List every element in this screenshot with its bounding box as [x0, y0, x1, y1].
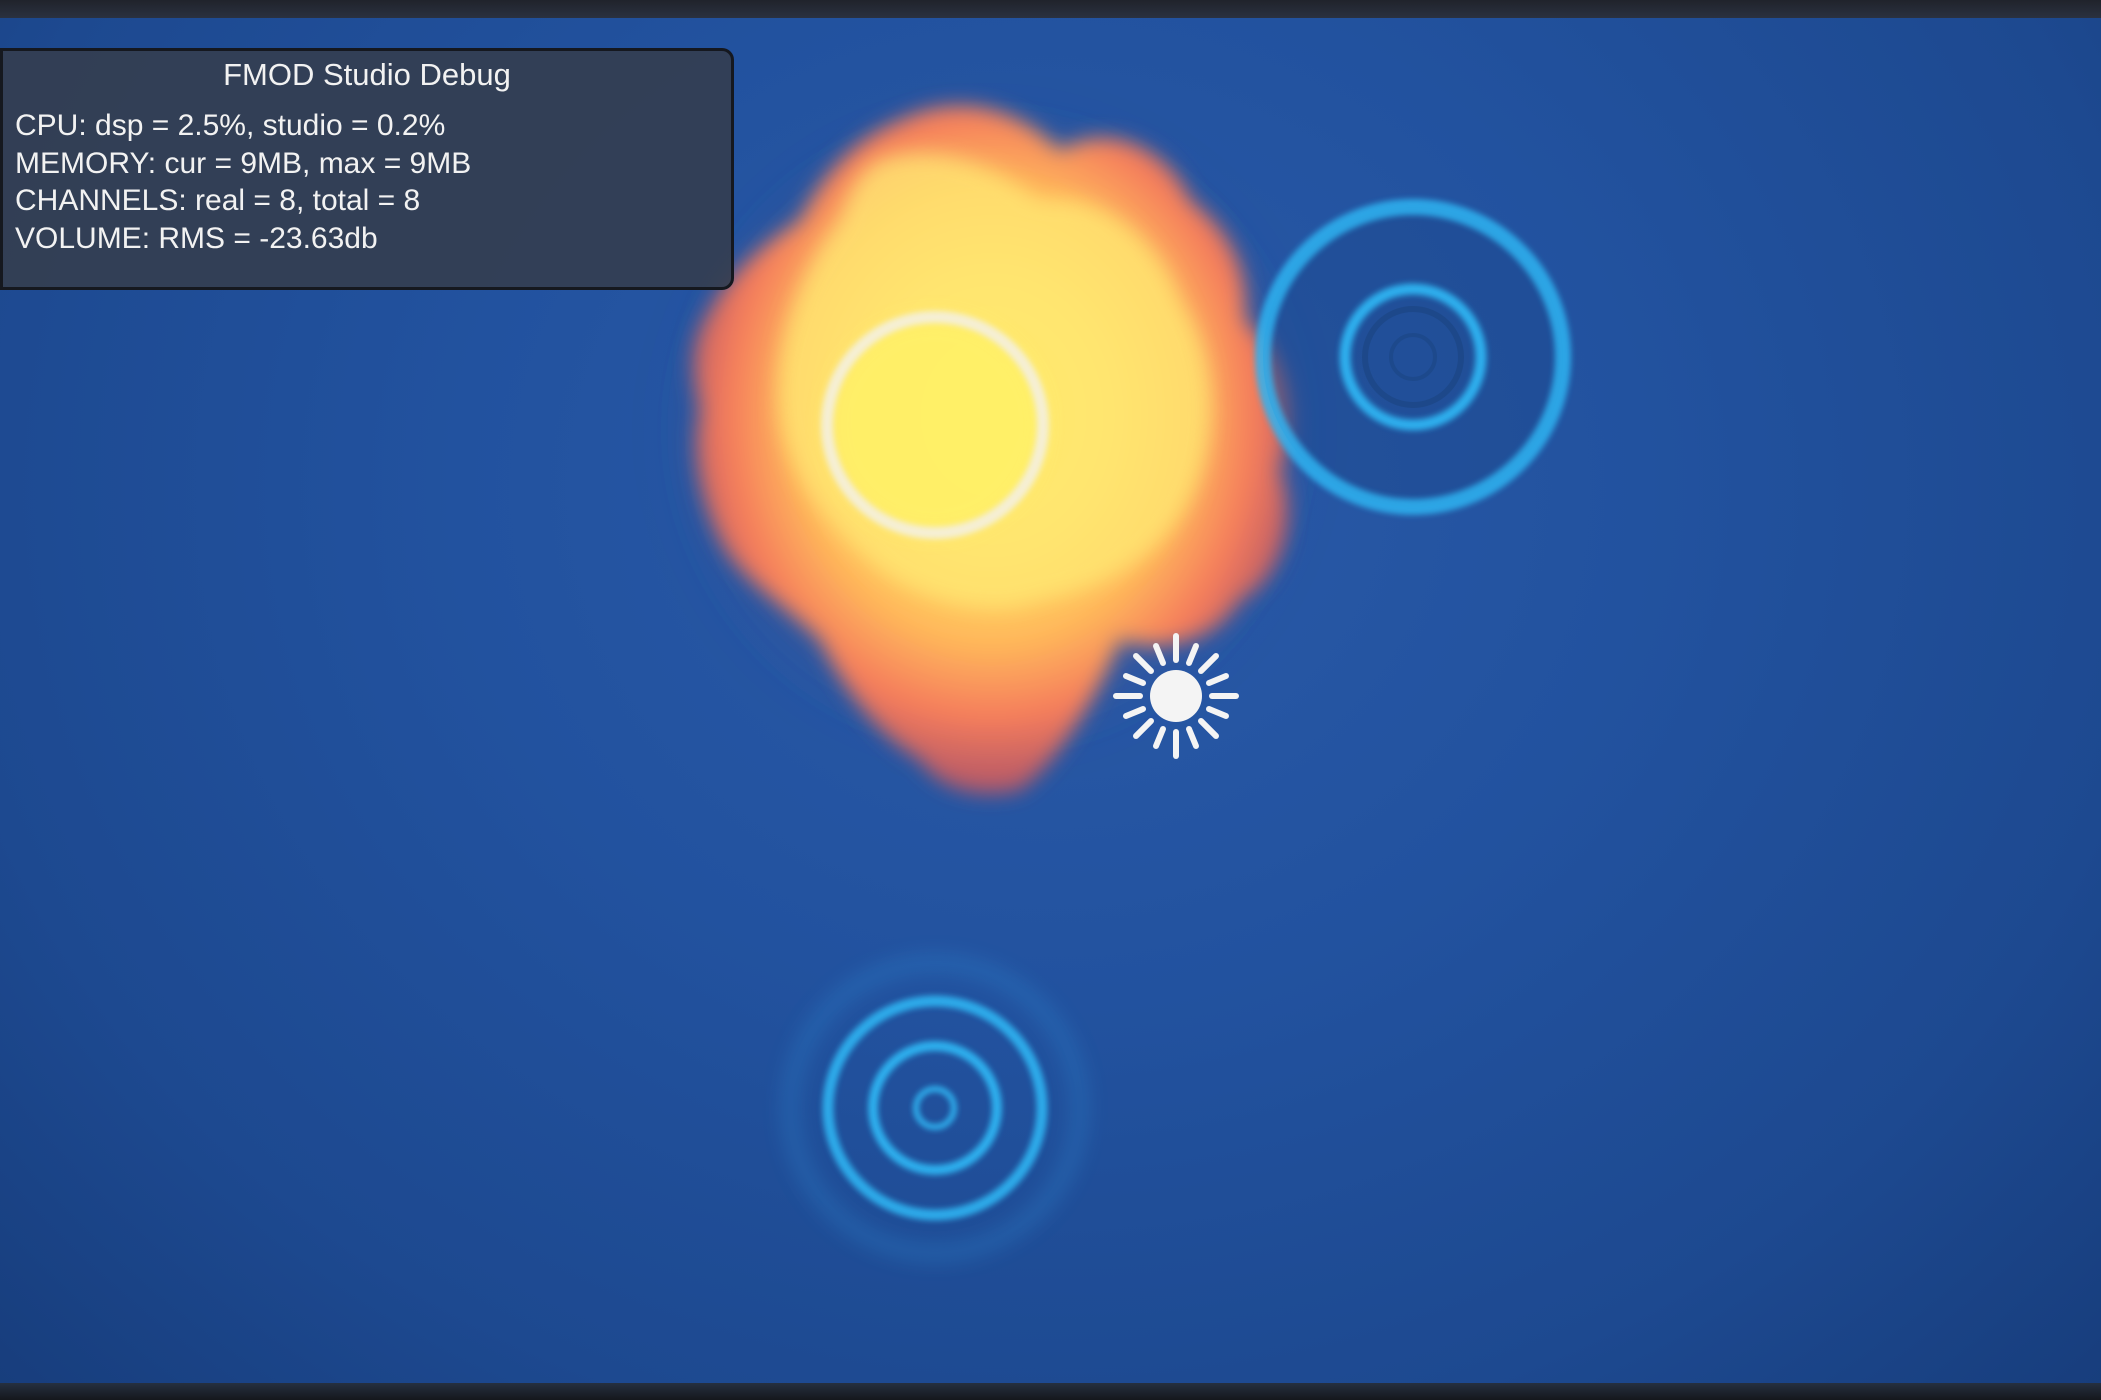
- bottom-bezel: [0, 1383, 2101, 1400]
- fire-emitter-icon[interactable]: [660, 100, 1320, 794]
- game-viewport: FMOD Studio Debug CPU: dsp = 2.5%, studi…: [0, 0, 2101, 1400]
- debug-panel-title: FMOD Studio Debug: [223, 57, 511, 92]
- sound-emitter-ring-icon[interactable]: [1255, 199, 1571, 515]
- debug-cpu-line: CPU: dsp = 2.5%, studio = 0.2%: [15, 109, 446, 142]
- fmod-debug-panel: FMOD Studio Debug CPU: dsp = 2.5%, studi…: [0, 48, 734, 290]
- listener-sun-icon[interactable]: [1113, 633, 1239, 759]
- debug-volume-line: VOLUME: RMS = -23.63db: [15, 221, 378, 255]
- debug-memory-line: MEMORY: cur = 9MB, max = 9MB: [15, 146, 472, 180]
- debug-channels-line: CHANNELS: real = 8, total = 8: [15, 184, 421, 217]
- debug-stats: CPU: dsp = 2.5%, studio = 0.2% MEMORY: c…: [15, 107, 471, 257]
- sound-emitter-ring-icon[interactable]: [783, 956, 1087, 1260]
